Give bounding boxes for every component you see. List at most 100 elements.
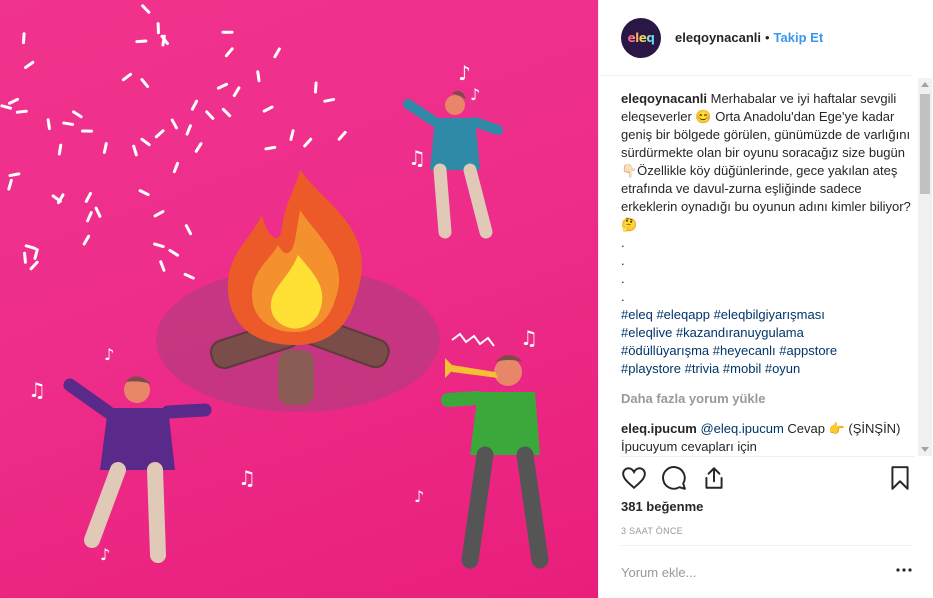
caption-text: Merhabalar ve iyi haftalar sevgili eleqs… — [621, 91, 911, 304]
confetti-piece — [80, 129, 93, 133]
comment-icon[interactable] — [661, 465, 687, 491]
confetti-piece — [46, 118, 51, 131]
avatar-logo-text: eleq — [627, 30, 655, 45]
comment-username[interactable]: eleq.ipucum — [621, 421, 697, 436]
hashtag-link[interactable]: #appstore — [779, 343, 837, 358]
confetti-piece — [138, 189, 150, 197]
confetti-piece — [140, 78, 150, 89]
svg-text:♫: ♫ — [28, 378, 46, 402]
confetti-piece — [221, 30, 234, 34]
confetti-piece — [289, 129, 295, 141]
confetti-piece — [170, 118, 179, 130]
scrollbar-thumb[interactable] — [920, 94, 930, 194]
post-header: eleq eleqoynacanli • Takip Et — [599, 0, 912, 76]
confetti-piece — [0, 104, 13, 110]
confetti-piece — [24, 244, 37, 250]
comments-list[interactable]: eleqoynacanli Merhabalar ve iyi haftalar… — [621, 90, 911, 455]
confetti-piece — [15, 109, 28, 114]
confetti-piece — [153, 210, 165, 218]
confetti-piece — [232, 86, 241, 98]
confetti-piece — [184, 224, 193, 236]
username-link[interactable]: eleqoynacanli — [675, 30, 761, 45]
bookmark-icon[interactable] — [887, 465, 913, 491]
load-more-comments-button[interactable]: Daha fazla yorum yükle — [621, 390, 911, 408]
confetti-piece — [256, 70, 261, 83]
confetti-piece — [262, 105, 274, 113]
hashtag-link[interactable]: #eleqbilgiyarışması — [714, 307, 825, 322]
confetti-piece — [221, 107, 232, 118]
comments-scrollbar[interactable] — [918, 78, 932, 456]
svg-text:♫: ♫ — [520, 326, 538, 350]
scroll-down-arrow-icon[interactable] — [921, 447, 929, 452]
confetti-piece — [205, 110, 215, 120]
avatar[interactable]: eleq — [621, 17, 661, 58]
confetti-piece — [94, 206, 102, 218]
hashtag-link[interactable]: #eleqapp — [656, 307, 710, 322]
hashtag-link[interactable]: #heyecanlı — [713, 343, 776, 358]
action-bar — [621, 456, 914, 500]
confetti-piece — [7, 97, 20, 105]
confetti-piece — [156, 22, 160, 35]
confetti-piece — [102, 142, 108, 154]
confetti-piece — [303, 137, 313, 148]
confetti-piece — [29, 260, 39, 271]
post-image[interactable]: ♪ ♪ ♫ ♫ ♪ ♫ ♫ ♪ ♪ — [0, 0, 598, 598]
bonfire-dance-illustration: ♪ ♪ ♫ ♫ ♪ ♫ ♫ ♪ ♪ — [0, 4, 549, 569]
confetti-piece — [159, 260, 166, 272]
confetti-piece — [185, 124, 192, 136]
caption-username[interactable]: eleqoynacanli — [621, 91, 707, 106]
confetti-piece — [135, 39, 148, 44]
confetti-piece — [140, 137, 151, 147]
confetti-piece — [23, 251, 27, 264]
confetti-piece — [8, 172, 21, 178]
post-side-panel: eleq eleqoynacanli • Takip Et eleqoynaca… — [598, 0, 933, 598]
confetti-piece — [190, 99, 199, 111]
confetti-piece — [57, 143, 63, 156]
confetti-piece — [183, 272, 195, 280]
dancer-bottom-left — [63, 376, 212, 563]
confetti-piece — [84, 191, 93, 203]
confetti-piece — [153, 242, 165, 249]
confetti-piece — [224, 47, 234, 58]
confetti-piece — [62, 121, 75, 126]
svg-text:♫: ♫ — [238, 466, 256, 490]
hashtag-link[interactable]: #playstore — [621, 361, 681, 376]
hashtag-link[interactable]: #eleq — [621, 307, 653, 322]
hashtag-link[interactable]: #trivia — [685, 361, 720, 376]
confetti-piece — [337, 130, 347, 141]
likes-count[interactable]: 381 beğenme — [621, 499, 703, 514]
follow-button[interactable]: Takip Et — [774, 30, 824, 45]
svg-text:♪: ♪ — [458, 61, 471, 85]
confetti-piece — [72, 110, 83, 119]
hashtag-link[interactable]: #oyun — [765, 361, 800, 376]
scroll-up-arrow-icon[interactable] — [921, 82, 929, 87]
heart-icon[interactable] — [621, 465, 647, 491]
hashtag-link[interactable]: #mobil — [723, 361, 761, 376]
caption: eleqoynacanli Merhabalar ve iyi haftalar… — [621, 90, 911, 306]
separator-dot: • — [764, 30, 770, 45]
comment-input[interactable] — [621, 564, 912, 580]
hashtag-link[interactable]: #kazandıranuygulama — [676, 325, 804, 340]
hashtag-link[interactable]: #ödüllüyarışma — [621, 343, 709, 358]
confetti-piece — [313, 81, 318, 94]
add-comment-bar — [621, 545, 912, 598]
confetti-piece — [273, 47, 281, 59]
svg-text:♪: ♪ — [470, 85, 480, 104]
hashtag-list: #eleq #eleqapp #eleqbilgiyarışması #eleq… — [621, 306, 911, 378]
confetti-piece — [7, 178, 13, 191]
fire — [227, 170, 362, 345]
svg-text:♫: ♫ — [408, 146, 426, 170]
comment-mention[interactable]: @eleq.ipucum — [700, 421, 783, 436]
hashtag-link[interactable]: #eleqlive — [621, 325, 672, 340]
share-icon[interactable] — [701, 465, 727, 491]
confetti-piece — [216, 82, 229, 90]
confetti-piece — [154, 129, 165, 139]
svg-text:♪: ♪ — [100, 545, 110, 564]
confetti-piece — [82, 234, 91, 246]
post-timestamp: 3 SAAT ÖNCE — [621, 526, 683, 536]
confetti-piece — [121, 72, 133, 82]
confetti-piece — [21, 32, 26, 45]
svg-text:♪: ♪ — [414, 487, 424, 506]
confetti-piece — [168, 248, 180, 257]
more-icon[interactable] — [896, 568, 912, 572]
